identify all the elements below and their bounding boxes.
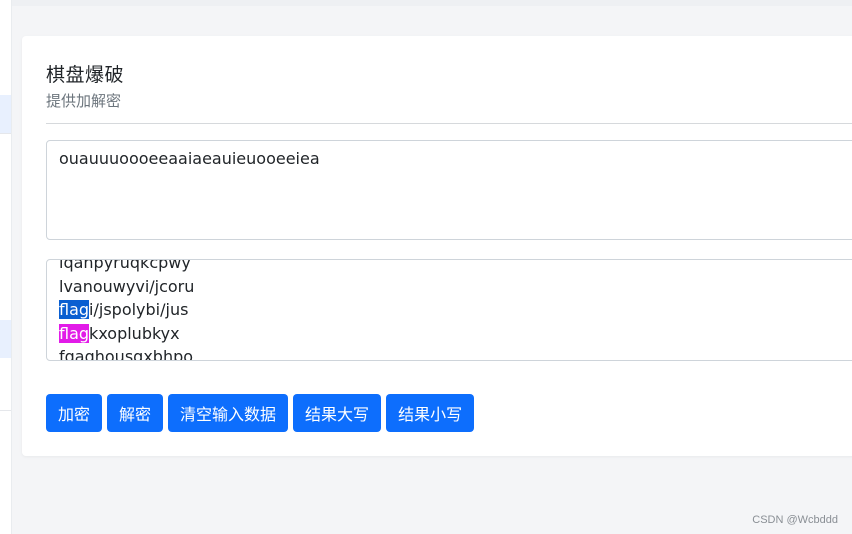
uppercase-result-button[interactable]: 结果大写 [293,394,382,432]
sidebar-item-active[interactable] [0,95,11,133]
sidebar-divider [0,133,11,134]
flag-highlight: flag [59,323,90,343]
sidebar-item-active-2[interactable] [0,320,11,358]
flag-highlight: flag [59,300,90,319]
page-subtitle: 提供加解密 [46,92,122,110]
output-line-text: kxoplubkyx [89,323,180,343]
clear-input-button[interactable]: 清空输入数据 [168,394,289,432]
output-line: flagi/jspolybi/jus [59,298,194,322]
decrypt-button[interactable]: 解密 [107,394,164,432]
output-line-text: lvanouwyvi/jcoru [59,276,195,296]
tool-card: 棋盘爆破 提供加解密 ouauuuoooeeaaiaeauieuooeeiea … [22,36,852,456]
page-title: 棋盘爆破 [46,64,125,86]
output-line-text: lqahpyruqkcpwy [59,259,191,272]
output-line: lvanouwyvi/jcoru [59,275,194,299]
output-line-text: i/jspolybi/jus [89,300,189,319]
input-textarea[interactable]: ouauuuoooeeaaiaeauieuooeeiea [46,140,852,240]
page: 棋盘爆破 提供加解密 ouauuuoooeeaaiaeauieuooeeiea … [0,0,852,534]
sidebar [0,0,12,534]
output-textarea[interactable]: lqahpyruqkcpwy lvanouwyvi/jcoru flagi/jspo… [46,259,852,361]
button-row: 加密 解密 清空输入数据 结果大写 结果小写 [46,394,475,432]
output-line: fgaghousgxbhpo [59,345,194,361]
title-divider [46,123,852,124]
output-line: lqahpyruqkcpwy [59,259,194,275]
output-line-text: fgaghousgxbhpo [59,347,194,361]
lowercase-result-button[interactable]: 结果小写 [386,394,475,432]
output-lines: lqahpyruqkcpwy lvanouwyvi/jcoru flagi/jspo… [59,259,194,361]
output-line: flagkxoplubkyx [59,322,194,346]
top-bar [12,0,852,6]
sidebar-divider-2 [0,410,11,411]
watermark: CSDN @Wcbddd [752,514,838,526]
encrypt-button[interactable]: 加密 [46,394,103,432]
